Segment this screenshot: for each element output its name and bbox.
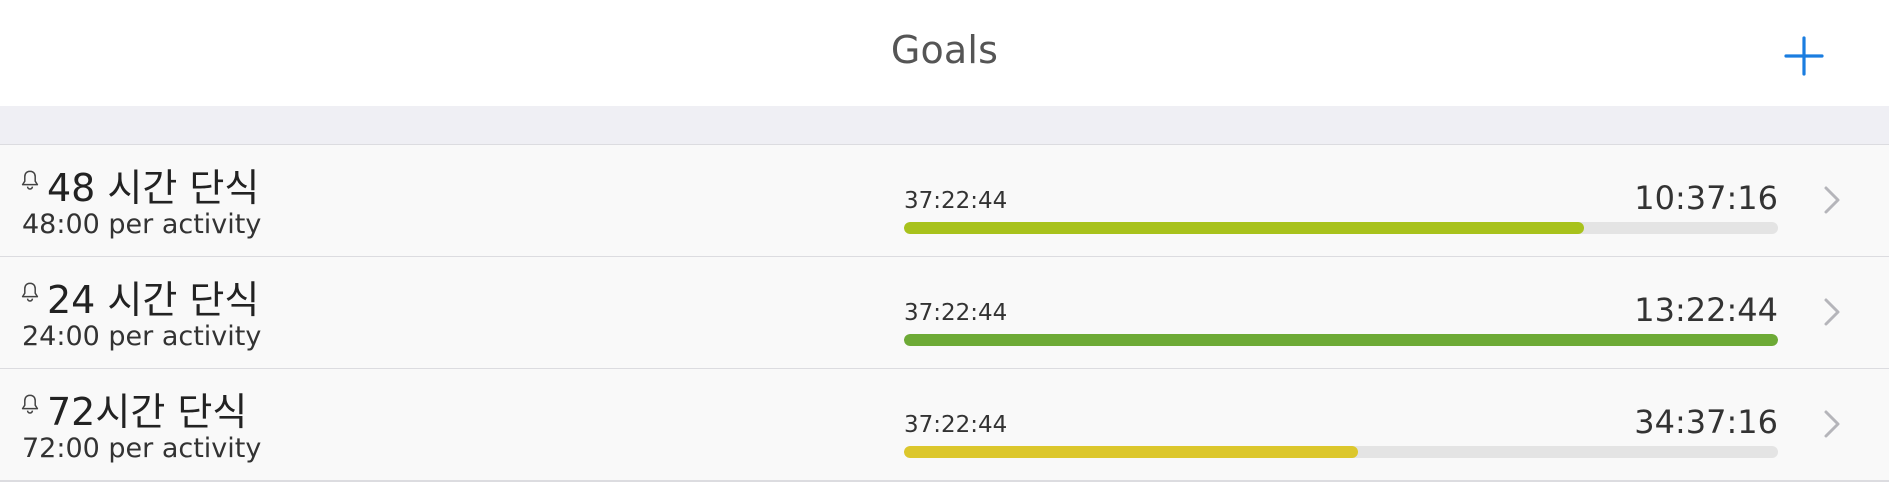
progress-bar [904, 334, 1778, 346]
chevron-right-icon [1823, 297, 1841, 327]
progress-bar [904, 222, 1778, 234]
page-title: Goals [890, 28, 999, 72]
progress-bar [904, 446, 1778, 458]
bell-icon [20, 393, 40, 415]
remaining-time: 13:22:44 [1634, 291, 1778, 329]
chevron-right-icon [1823, 409, 1841, 439]
goal-row[interactable]: 48 시간 단식 48:00 per activity 37:22:44 10:… [0, 145, 1889, 257]
add-goal-button[interactable] [1782, 34, 1826, 78]
bell-icon [20, 169, 40, 191]
remaining-time: 34:37:16 [1634, 403, 1778, 441]
bell-icon [20, 281, 40, 303]
goal-row[interactable]: 24 시간 단식 24:00 per activity 37:22:44 13:… [0, 257, 1889, 369]
elapsed-time: 37:22:44 [904, 300, 1008, 326]
chevron-right-icon [1823, 185, 1841, 215]
navigation-bar: Goals [0, 0, 1889, 106]
goal-name: 72시간 단식 [47, 390, 248, 434]
goal-target: 48:00 per activity [22, 209, 262, 240]
elapsed-time: 37:22:44 [904, 412, 1008, 438]
elapsed-time: 37:22:44 [904, 188, 1008, 214]
goal-row[interactable]: 72시간 단식 72:00 per activity 37:22:44 34:3… [0, 369, 1889, 482]
goal-name: 48 시간 단식 [47, 166, 260, 210]
goal-target: 24:00 per activity [22, 321, 262, 352]
progress-fill [904, 222, 1584, 234]
progress-fill [904, 446, 1358, 458]
remaining-time: 10:37:16 [1634, 179, 1778, 217]
progress-fill [904, 334, 1778, 346]
section-separator [0, 106, 1889, 145]
goal-list: 48 시간 단식 48:00 per activity 37:22:44 10:… [0, 145, 1889, 482]
goal-target: 72:00 per activity [22, 433, 262, 464]
plus-icon [1784, 36, 1824, 76]
goal-name: 24 시간 단식 [47, 278, 260, 322]
goals-screen: Goals 48 시간 단식 48:00 per activity 37:22:… [0, 0, 1889, 484]
